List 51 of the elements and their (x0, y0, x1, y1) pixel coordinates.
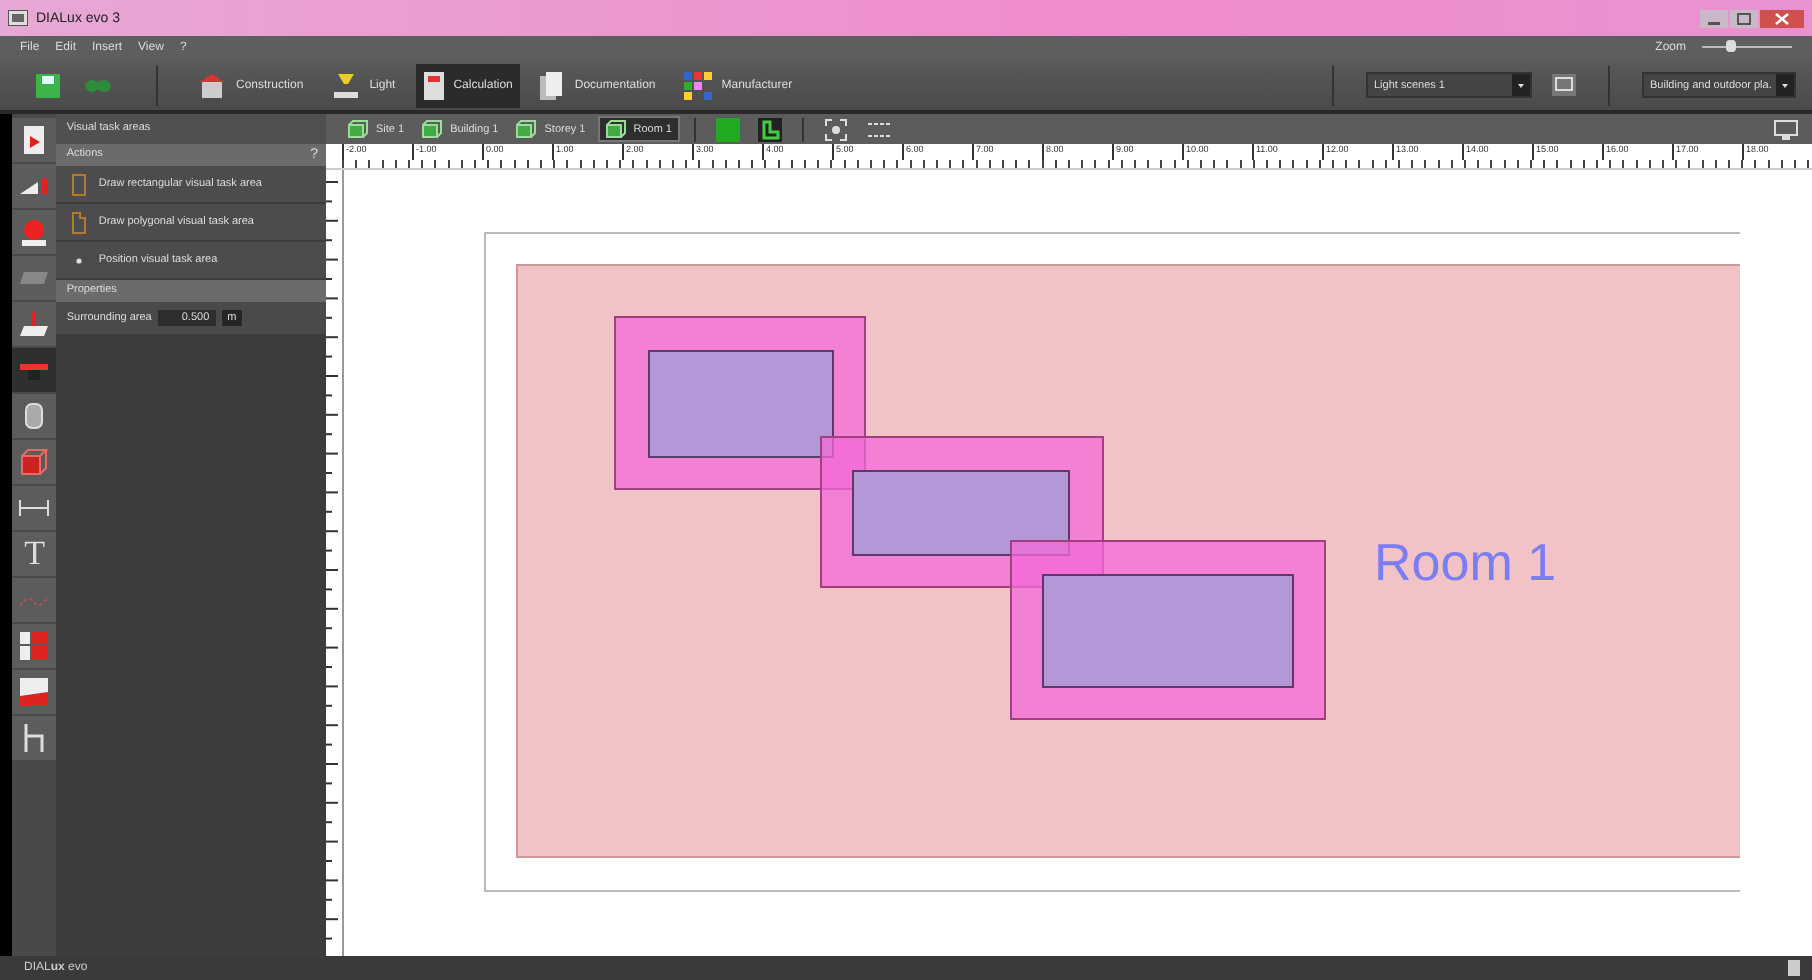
zoom-slider[interactable] (1702, 46, 1792, 58)
tool-button[interactable] (12, 164, 57, 208)
document-icon (540, 71, 565, 99)
box-icon (348, 120, 368, 138)
room-label: Room 1 (1374, 532, 1557, 592)
grid-icon (20, 632, 49, 660)
fit-view-icon[interactable] (824, 117, 848, 141)
save-icon[interactable] (36, 73, 60, 97)
close-icon[interactable] (1760, 9, 1804, 27)
tool-button[interactable] (12, 624, 57, 668)
floor-plan-icon[interactable] (758, 117, 782, 141)
chart-icon (20, 678, 49, 706)
calculation-surface-icon (18, 312, 51, 336)
caret-icon (1512, 74, 1530, 96)
tool-button[interactable] (12, 716, 57, 760)
desk-icon (18, 360, 51, 380)
lamp-icon (331, 72, 360, 98)
lamp-icon (20, 218, 49, 246)
task-areas-drawing[interactable] (614, 316, 1326, 720)
maximize-icon[interactable] (1730, 9, 1758, 27)
zoom-thumb[interactable] (1725, 40, 1735, 52)
tool-button[interactable] (12, 210, 57, 254)
tool-button[interactable] (12, 394, 57, 438)
minimize-icon[interactable] (1700, 9, 1728, 27)
luminaire-icon (22, 126, 47, 154)
surface-icon (18, 270, 51, 286)
cylinder-icon (24, 402, 45, 430)
box-icon (516, 120, 537, 138)
cube-icon (20, 448, 49, 476)
path-icon (22, 724, 47, 752)
palette-icon (683, 71, 712, 99)
box-icon (605, 120, 626, 138)
rectangle-icon (72, 173, 87, 195)
dimension-icon (18, 498, 51, 518)
house-icon (198, 72, 226, 98)
resize-grip-icon (1788, 960, 1800, 976)
box-icon (422, 120, 443, 138)
monitor-icon[interactable] (1774, 119, 1798, 139)
calculator-icon (423, 71, 444, 99)
tool-button[interactable] (12, 486, 57, 530)
curve-icon (18, 592, 51, 608)
tool-button[interactable] (12, 302, 57, 346)
text-tool-button[interactable]: T (12, 532, 57, 576)
app-icon (8, 10, 28, 26)
sensor-icon (18, 176, 51, 196)
tool-button[interactable] (12, 118, 57, 162)
screen-icon[interactable] (1552, 74, 1576, 96)
tool-button[interactable] (12, 348, 57, 392)
tool-button[interactable] (12, 670, 57, 714)
caret-icon (1776, 74, 1794, 96)
polygon-icon (72, 211, 87, 233)
